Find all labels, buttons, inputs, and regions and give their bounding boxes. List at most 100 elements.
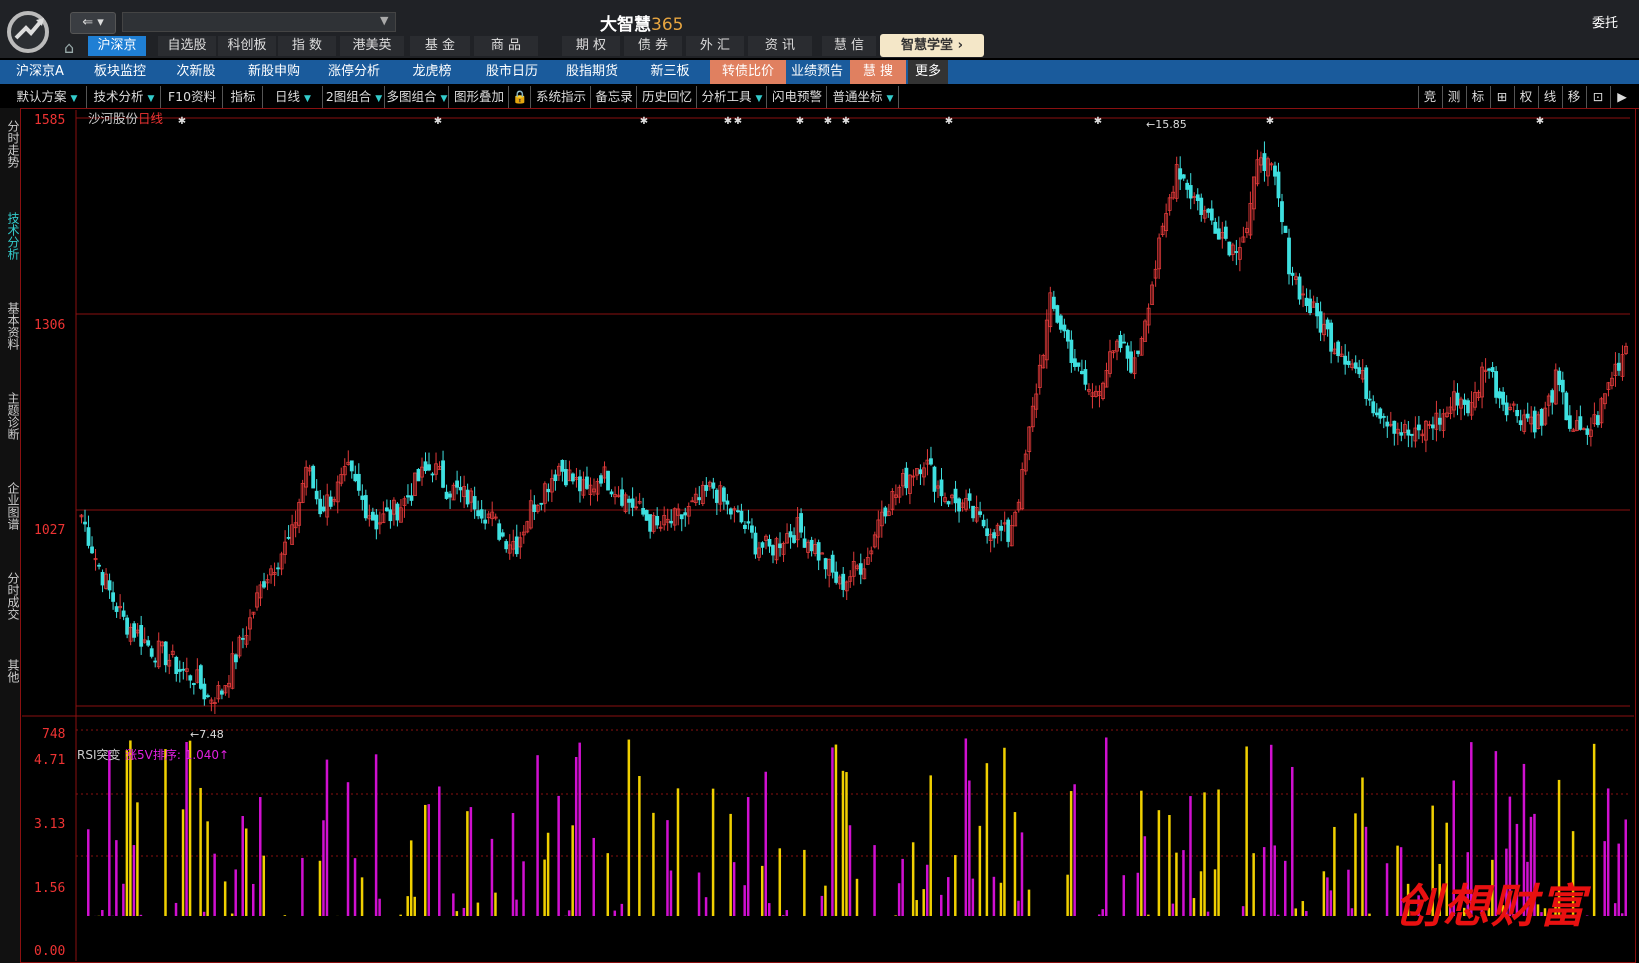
rsi-bar [901, 858, 904, 916]
app-logo-icon[interactable] [4, 10, 54, 54]
nav2-item-cixingu[interactable]: 次新股 [160, 60, 232, 84]
nav2-item-more[interactable]: 更多 [908, 60, 948, 84]
top-nav-zixun[interactable]: 资 讯 [748, 36, 812, 56]
nav2-item-zhangting[interactable]: 涨停分析 [316, 60, 392, 84]
rsi-bar [399, 914, 402, 916]
top-nav-qiquan[interactable]: 期 权 [562, 36, 620, 56]
nav2-item-xinsanban[interactable]: 新三板 [634, 60, 706, 84]
rsi-bar [567, 910, 571, 916]
crosshair-icon[interactable]: ⊞ [1490, 86, 1513, 108]
side-tab-trades[interactable]: 分时成交 [1, 564, 20, 628]
top-nav-zixuangu[interactable]: 自选股 [158, 36, 216, 56]
candle-body [90, 546, 94, 554]
toolbar-indicator[interactable]: 指标 [224, 86, 263, 108]
toolbar-memo[interactable]: 备忘录 [592, 86, 637, 108]
event-marker: ✱ [945, 116, 953, 127]
rsi-bar [782, 915, 785, 916]
nav2-item-bankuai[interactable]: 板块监控 [84, 60, 156, 84]
candle-body [1617, 362, 1621, 371]
nav2-item-xingushengou[interactable]: 新股申购 [236, 60, 312, 84]
top-nav-gangmeiying[interactable]: 港美英 [340, 36, 404, 56]
toolbar-multi-chart[interactable]: 多图组合 ▼ [386, 86, 449, 108]
toolbar-tools[interactable]: 分析工具 ▼ [698, 86, 767, 108]
toolbar-right-xian[interactable]: 线 [1538, 86, 1561, 108]
side-tab-other[interactable]: 其他 [1, 654, 20, 688]
entrust-button[interactable]: 委托 [1592, 12, 1618, 31]
nav2-item-zhuanzhai[interactable]: 转债比价 [710, 60, 786, 84]
candle-body [514, 536, 519, 555]
rsi-bar [778, 848, 782, 916]
nav2-item-huisou[interactable]: 慧 搜 [850, 60, 906, 84]
back-button[interactable]: ⇐ ▾ [70, 12, 116, 34]
toolbar-right-yi[interactable]: 移 [1562, 86, 1585, 108]
candle-body [1374, 412, 1379, 416]
nav2-item-guzhiqihuo[interactable]: 股指期货 [554, 60, 630, 84]
rsi-bar [925, 864, 929, 916]
toolbar-alert[interactable]: 闪电预警 [768, 86, 827, 108]
candle-body [957, 498, 961, 512]
lock-icon[interactable]: 🔒 [510, 86, 531, 108]
toolbar-f10[interactable]: F10资料 [162, 86, 223, 108]
nav2-item-hushenjinga[interactable]: 沪深京A [4, 60, 76, 84]
top-nav-shangpin[interactable]: 商 品 [474, 36, 538, 56]
candle-body [1343, 355, 1348, 365]
chevron-down-icon[interactable]: ▼ [380, 14, 388, 27]
top-nav-jijin[interactable]: 基 金 [410, 36, 470, 56]
side-tab-timeshare[interactable]: 分时走势 [1, 112, 20, 176]
candle-body [409, 495, 414, 501]
side-tab-tech[interactable]: 技术分析 [1, 204, 20, 268]
candle-body [181, 668, 186, 671]
toolbar-tech-analysis[interactable]: 技术分析 ▼ [88, 86, 161, 108]
candle-body [1438, 417, 1442, 425]
top-nav-waihui[interactable]: 外 汇 [686, 36, 744, 56]
rsi-bar [125, 750, 129, 916]
toolbar-history[interactable]: 历史回忆 [638, 86, 697, 108]
toolbar-two-chart[interactable]: 2图组合 ▼ [324, 86, 385, 108]
toolbar-daily[interactable]: 日线 ▼ [264, 86, 323, 108]
play-icon[interactable]: ▶ [1610, 86, 1633, 108]
candle-body [1223, 226, 1228, 239]
home-icon[interactable]: ⌂ [64, 38, 74, 57]
rsi-bar [185, 742, 188, 916]
rsi-bar [241, 816, 244, 916]
window-icon[interactable]: ⊡ [1586, 86, 1609, 108]
academy-button[interactable]: 智慧学堂 › [880, 34, 984, 57]
toolbar-right-jing[interactable]: 竞 [1418, 86, 1441, 108]
toolbar-overlay[interactable]: 图形叠加 [450, 86, 509, 108]
candle-body [739, 510, 744, 523]
candle-body [448, 493, 452, 498]
nav2-item-longhubang[interactable]: 龙虎榜 [396, 60, 468, 84]
toolbar-right-quan[interactable]: 权 [1514, 86, 1537, 108]
toolbar-coordinate[interactable]: 普通坐标 ▼ [828, 86, 899, 108]
top-nav-kechuangban[interactable]: 科创板 [218, 36, 276, 56]
toolbar-scheme[interactable]: 默认方案 ▼ [8, 86, 87, 108]
candle-body [669, 520, 674, 524]
top-nav-zhishu[interactable]: 指 数 [278, 36, 336, 56]
rsi-bar [1329, 890, 1333, 916]
rsi-bar [911, 842, 915, 916]
side-tab-basic[interactable]: 基本资料 [1, 294, 20, 358]
side-tab-theme[interactable]: 主题诊断 [1, 384, 20, 448]
candlestick-chart[interactable]: ✱ ✱ ✱ ✱ ✱ ✱ ✱ ✱ ✱ ✱ ✱ ✱ [22, 110, 1634, 961]
nav2-item-yeji[interactable]: 业绩预告 [788, 60, 846, 84]
toolbar-right-biao[interactable]: 标 [1466, 86, 1489, 108]
stock-title: 沙河股份日线 [88, 111, 164, 126]
candle-body [314, 490, 319, 500]
candle-body [395, 503, 400, 521]
candle-body [1431, 424, 1435, 429]
top-nav-zhaiquan[interactable]: 债 券 [624, 36, 682, 56]
rsi-axis-label: 3.13 [34, 817, 66, 832]
toolbar-system[interactable]: 系统指示 [532, 86, 591, 108]
side-tab-graph[interactable]: 企业图谱 [1, 474, 20, 538]
rsi-bar [760, 865, 764, 916]
rsi-bar [711, 788, 715, 916]
top-nav-huixin[interactable]: 慧 信 [822, 36, 876, 56]
rsi-bar [992, 876, 996, 916]
rsi-bar [1624, 819, 1627, 916]
nav2-item-gushirili[interactable]: 股市日历 [474, 60, 550, 84]
address-input[interactable] [122, 12, 396, 32]
toolbar-right-ce[interactable]: 测 [1442, 86, 1465, 108]
rsi-bar [1592, 743, 1596, 916]
rsi-bar [1347, 869, 1350, 916]
top-nav-hushenjing[interactable]: 沪深京 [88, 36, 146, 56]
